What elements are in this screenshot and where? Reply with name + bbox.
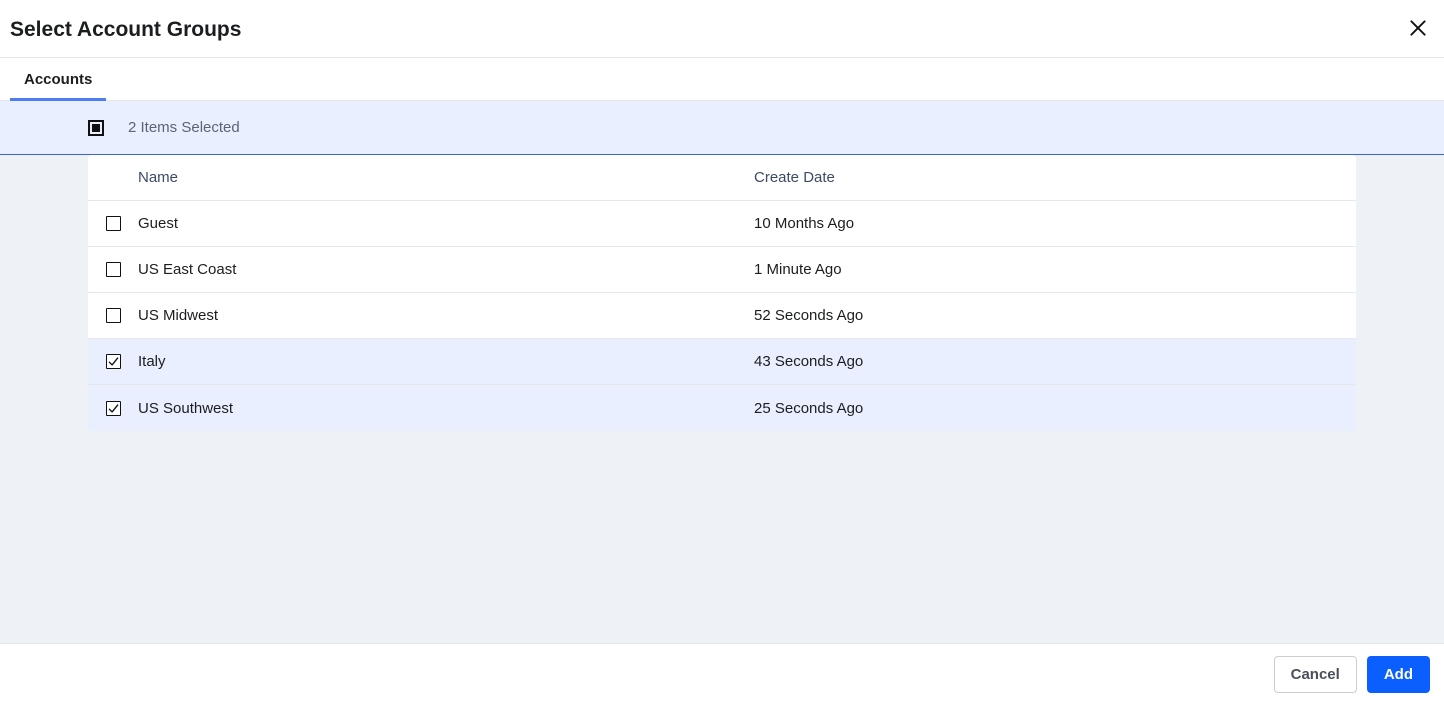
table-container: Name Create Date Guest 10 Months Ago (0, 155, 1444, 431)
row-create-date: 52 Seconds Ago (754, 307, 1338, 324)
select-all-checkbox[interactable] (88, 120, 104, 136)
tab-accounts[interactable]: Accounts (10, 58, 106, 101)
row-create-date: 43 Seconds Ago (754, 353, 1338, 370)
row-create-date: 1 Minute Ago (754, 261, 1338, 278)
row-name: Italy (138, 353, 754, 370)
modal-header: Select Account Groups (0, 0, 1444, 57)
row-name: US East Coast (138, 261, 754, 278)
modal-footer: Cancel Add (0, 643, 1444, 705)
column-header-name[interactable]: Name (138, 169, 754, 186)
modal-title: Select Account Groups (10, 18, 241, 42)
add-button[interactable]: Add (1367, 656, 1430, 693)
row-create-date: 25 Seconds Ago (754, 400, 1338, 417)
row-checkbox[interactable] (106, 216, 121, 231)
close-button[interactable] (1404, 14, 1432, 45)
table-row[interactable]: Guest 10 Months Ago (88, 201, 1356, 247)
selection-bar: 2 Items Selected (0, 101, 1444, 155)
table-header-row: Name Create Date (88, 155, 1356, 201)
column-header-create-date[interactable]: Create Date (754, 169, 1338, 186)
accounts-table: Name Create Date Guest 10 Months Ago (88, 155, 1356, 431)
row-checkbox[interactable] (106, 262, 121, 277)
row-checkbox[interactable] (106, 401, 121, 416)
table-row[interactable]: Italy 43 Seconds Ago (88, 339, 1356, 385)
tabs: Accounts (0, 58, 1444, 101)
table-row[interactable]: US Southwest 25 Seconds Ago (88, 385, 1356, 431)
row-name: Guest (138, 215, 754, 232)
table-row[interactable]: US East Coast 1 Minute Ago (88, 247, 1356, 293)
row-name: US Southwest (138, 400, 754, 417)
close-icon (1408, 18, 1428, 41)
row-name: US Midwest (138, 307, 754, 324)
row-checkbox[interactable] (106, 354, 121, 369)
row-create-date: 10 Months Ago (754, 215, 1338, 232)
selection-summary: 2 Items Selected (128, 119, 240, 136)
modal-body: 2 Items Selected Name Create Date Guest (0, 101, 1444, 643)
table-row[interactable]: US Midwest 52 Seconds Ago (88, 293, 1356, 339)
row-checkbox[interactable] (106, 308, 121, 323)
indeterminate-icon (92, 124, 100, 132)
cancel-button[interactable]: Cancel (1274, 656, 1357, 693)
select-account-groups-modal: Select Account Groups Accounts 2 Items S… (0, 0, 1444, 705)
